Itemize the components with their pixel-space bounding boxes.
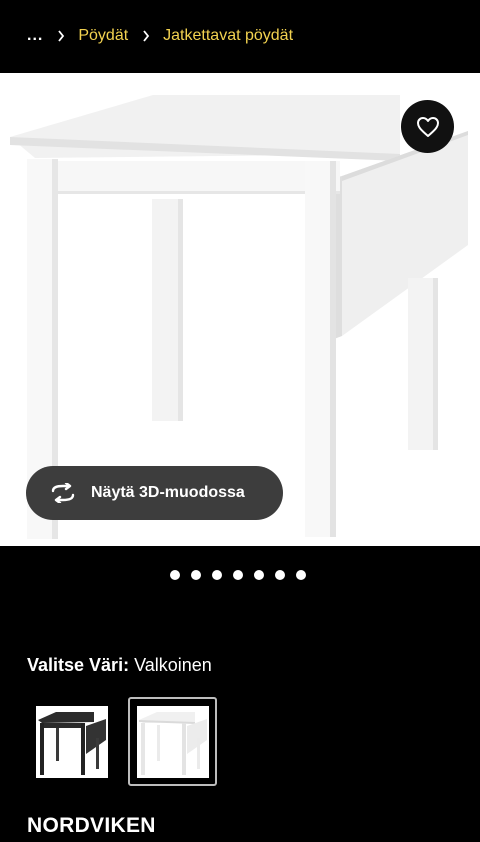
carousel-dot[interactable] (191, 570, 201, 580)
view-in-3d-label: Näytä 3D-muodossa (91, 484, 245, 501)
color-swatch-white[interactable] (128, 697, 217, 786)
color-label-value: Valkoinen (134, 655, 212, 675)
black-table-thumbnail (35, 705, 108, 778)
rotate-3d-icon (49, 483, 77, 503)
carousel-indicator (170, 570, 306, 580)
breadcrumb-ellipsis[interactable]: ... (27, 27, 43, 45)
product-image-carousel[interactable]: Näytä 3D-muodossa (0, 73, 480, 546)
view-in-3d-button[interactable]: Näytä 3D-muodossa (26, 466, 283, 520)
chevron-right-icon (142, 30, 150, 42)
carousel-dot[interactable] (212, 570, 222, 580)
color-swatch-black[interactable] (27, 697, 116, 786)
carousel-dot[interactable] (254, 570, 264, 580)
favorite-button[interactable] (401, 100, 454, 153)
product-name: NORDVIKEN (27, 814, 156, 837)
color-swatches (27, 697, 217, 786)
carousel-dot[interactable] (296, 570, 306, 580)
carousel-dot[interactable] (170, 570, 180, 580)
heart-outline-icon (416, 116, 440, 138)
chevron-right-icon (57, 30, 65, 42)
carousel-dot[interactable] (275, 570, 285, 580)
color-selector-label: Valitse Väri: Valkoinen (27, 655, 212, 676)
color-label-key: Valitse Väri: (27, 655, 130, 675)
white-table-thumbnail (136, 705, 209, 778)
breadcrumb: ... Pöydät Jatkettavat pöydät (0, 0, 480, 72)
breadcrumb-link-poydat[interactable]: Pöydät (78, 27, 128, 45)
breadcrumb-link-jatkettavat-poydat[interactable]: Jatkettavat pöydät (163, 27, 293, 45)
carousel-dot[interactable] (233, 570, 243, 580)
